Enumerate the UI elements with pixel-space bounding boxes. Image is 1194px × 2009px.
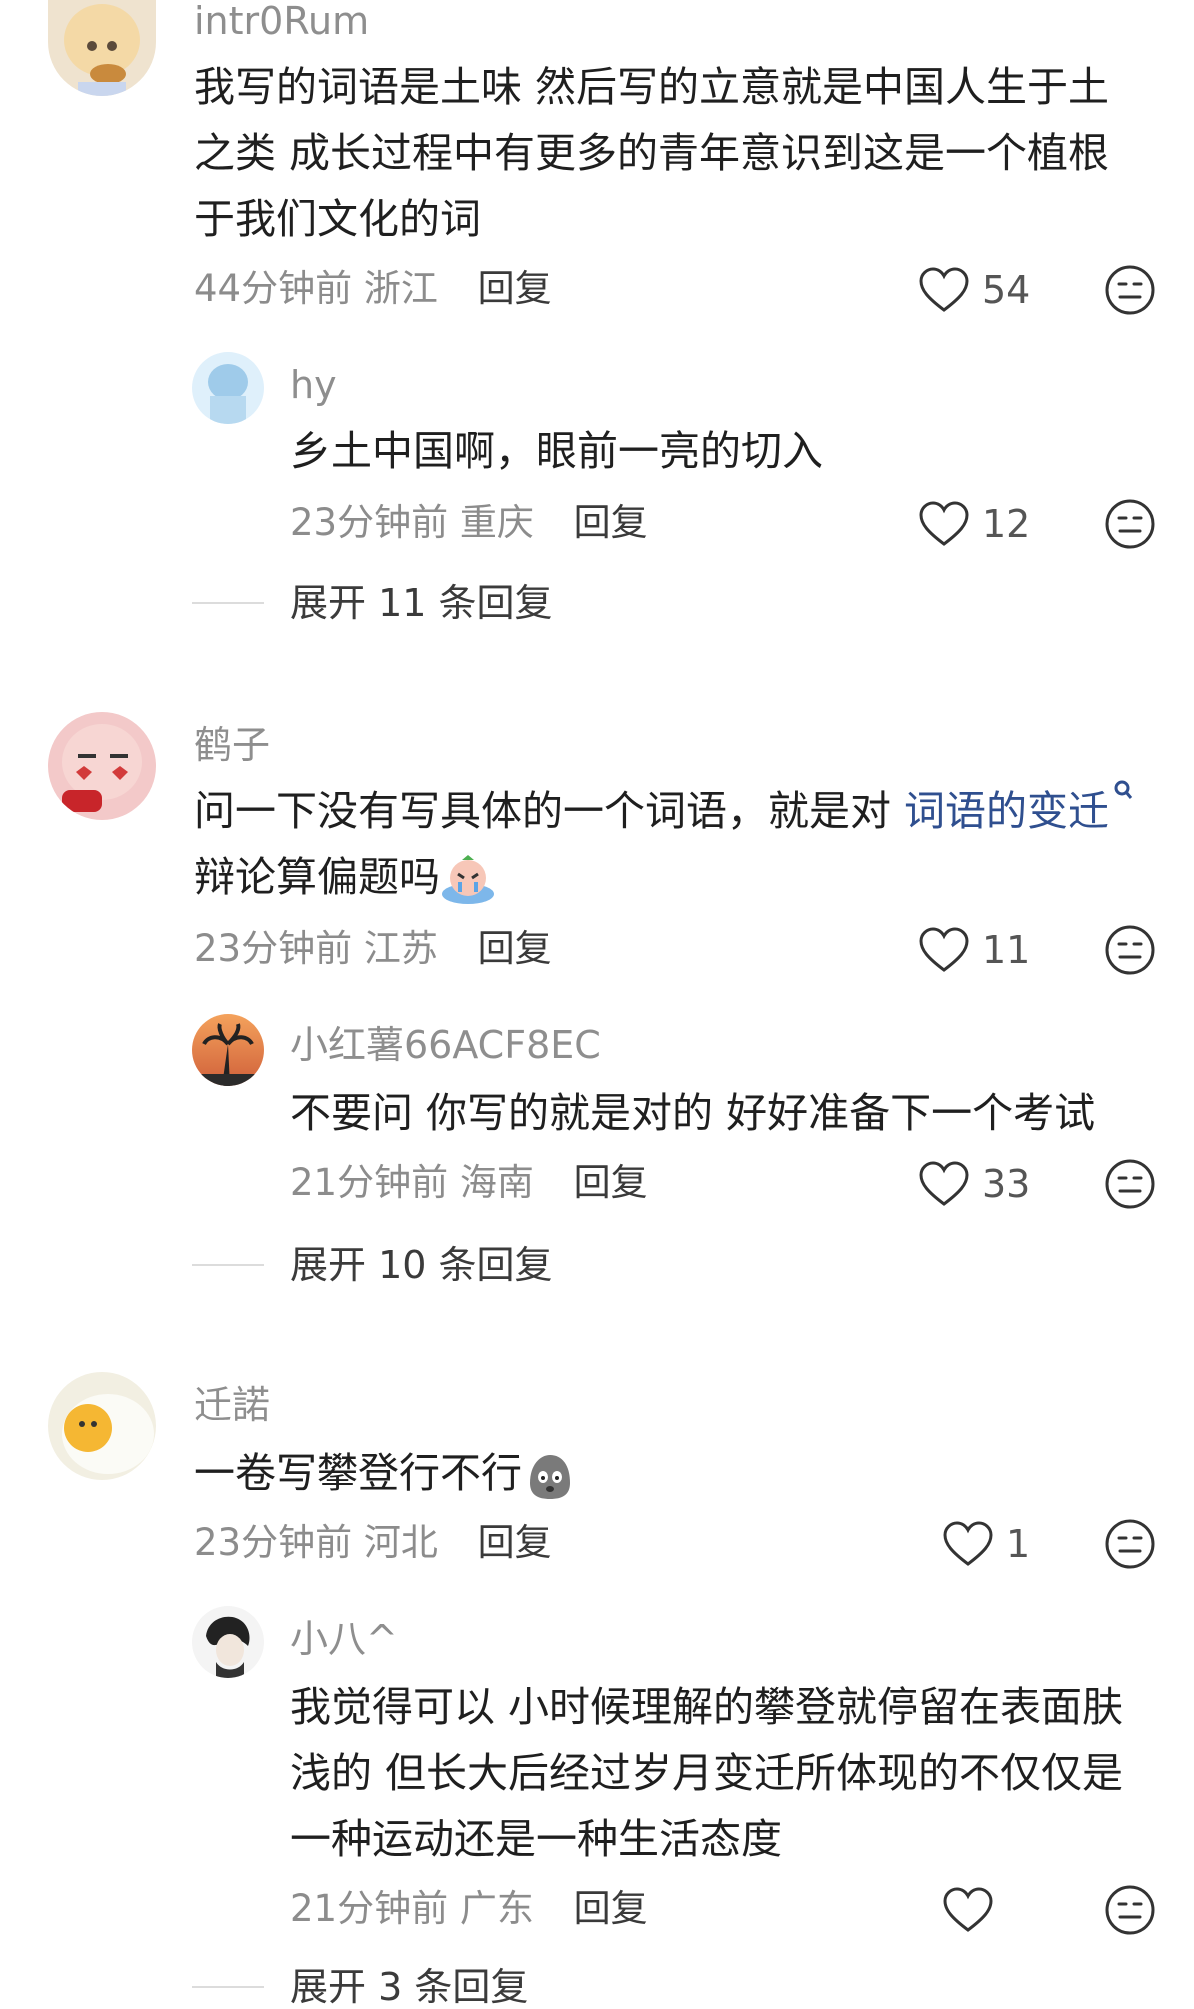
like-button[interactable]: 33 — [918, 1156, 1030, 1212]
comment-location: 浙江 — [363, 267, 438, 310]
reply-meta: 21分钟前 海南 回复 — [290, 1164, 648, 1201]
expand-replies-label[interactable]: 展开 11 条回复 — [290, 584, 553, 622]
username[interactable]: 小红薯66ACF8EC — [290, 1026, 601, 1064]
like-button[interactable]: 11 — [918, 922, 1030, 978]
like-button[interactable] — [942, 1882, 1006, 1938]
reply-button[interactable]: 回复 — [478, 267, 552, 310]
username[interactable]: hy — [290, 366, 337, 404]
avatar[interactable] — [48, 1372, 156, 1480]
expand-divider — [192, 1986, 264, 1988]
expand-divider — [192, 1264, 264, 1266]
reply-text-line: 一种运动还是一种生活态度 — [290, 1815, 782, 1863]
comment-time: 23分钟前 — [194, 1521, 353, 1564]
comment-text-part: 问一下没有写具体的一个词语，就是对 — [194, 787, 905, 835]
comment-time: 44分钟前 — [194, 267, 353, 310]
username[interactable]: 鹤子 — [194, 726, 270, 764]
expand-replies[interactable]: 展开 3 条回复 — [192, 1968, 528, 2006]
reply-location: 海南 — [459, 1161, 534, 1204]
reply-button[interactable]: 回复 — [574, 1161, 648, 1204]
reply-button[interactable]: 回复 — [574, 501, 648, 544]
comment-time: 23分钟前 — [194, 927, 353, 970]
reply-text: 乡土中国啊，眼前一亮的切入 — [290, 427, 823, 475]
heart-outline-icon — [919, 267, 969, 312]
neutral-face-icon[interactable] — [1104, 498, 1156, 550]
avatar[interactable] — [48, 712, 156, 820]
username[interactable]: 小八^ — [290, 1620, 398, 1658]
neutral-face-icon[interactable] — [1104, 1884, 1156, 1936]
neutral-face-icon[interactable] — [1104, 1158, 1156, 1210]
reply-meta: 23分钟前 重庆 回复 — [290, 504, 648, 541]
heart-outline-icon — [919, 1161, 969, 1206]
expand-divider — [192, 602, 264, 604]
reply-text: 我觉得可以 小时候理解的攀登就停留在表面肤 浅的 但长大后经过岁月变迁所体现的不… — [290, 1674, 1170, 1872]
comment-text-part: 辩论算偏题吗 — [194, 853, 440, 901]
reply-meta: 21分钟前 广东 回复 — [290, 1890, 648, 1927]
comment-text: 一卷写攀登行不行 — [194, 1440, 576, 1506]
reply-button[interactable]: 回复 — [574, 1887, 648, 1930]
reply-time: 23分钟前 — [290, 501, 449, 544]
neutral-face-icon[interactable] — [1104, 264, 1156, 316]
crying-emoji-icon — [442, 855, 494, 904]
avatar[interactable] — [192, 352, 264, 424]
expand-replies[interactable]: 展开 10 条回复 — [192, 1246, 553, 1284]
comment-text-line: 问一下没有写具体的一个词语，就是对 词语的变迁 — [194, 778, 1154, 844]
shocked-potato-emoji-icon — [530, 1455, 570, 1499]
reply-text-line: 我觉得可以 小时候理解的攀登就停留在表面肤 — [290, 1683, 1124, 1731]
heart-outline-icon — [919, 501, 969, 546]
comment-text-line: 之类 成长过程中有更多的青年意识到这是一个植根 — [194, 129, 1110, 177]
comment-text: 问一下没有写具体的一个词语，就是对 词语的变迁 辩论算偏题吗 — [194, 778, 1154, 910]
reply-location: 重庆 — [459, 501, 534, 544]
comment-text-line: 于我们文化的词 — [194, 195, 481, 243]
expand-replies-label[interactable]: 展开 3 条回复 — [290, 1968, 528, 2006]
neutral-face-icon[interactable] — [1104, 1518, 1156, 1570]
comment-location: 河北 — [363, 1521, 438, 1564]
like-count: 11 — [982, 928, 1031, 972]
neutral-face-icon[interactable] — [1104, 924, 1156, 976]
heart-outline-icon — [943, 1521, 993, 1566]
like-count: 1 — [1006, 1522, 1031, 1566]
comment-text-line: 辩论算偏题吗 — [194, 844, 1154, 910]
comment-text-part: 一卷写攀登行不行 — [194, 1449, 522, 1497]
comment-meta: 44分钟前 浙江 回复 — [194, 270, 552, 307]
like-count: 33 — [982, 1162, 1031, 1206]
comment-meta: 23分钟前 江苏 回复 — [194, 930, 552, 967]
reply-text: 不要问 你写的就是对的 好好准备下一个考试 — [290, 1089, 1096, 1137]
avatar[interactable] — [192, 1606, 264, 1678]
heart-outline-icon — [919, 927, 969, 972]
like-count: 12 — [982, 502, 1031, 546]
like-count: 54 — [982, 268, 1031, 312]
username[interactable]: intr0Rum — [194, 2, 369, 40]
expand-replies-label[interactable]: 展开 10 条回复 — [290, 1246, 553, 1284]
avatar[interactable] — [48, 0, 156, 96]
like-button[interactable]: 12 — [918, 496, 1030, 552]
like-button[interactable]: 1 — [942, 1516, 1030, 1572]
reply-button[interactable]: 回复 — [478, 927, 552, 970]
reply-text-line: 浅的 但长大后经过岁月变迁所体现的不仅仅是 — [290, 1749, 1124, 1797]
avatar[interactable] — [192, 1014, 264, 1086]
comment-location: 江苏 — [363, 927, 438, 970]
like-button[interactable]: 54 — [918, 262, 1030, 318]
comment-text-line: 我写的词语是土味 然后写的立意就是中国人生于土 — [194, 63, 1110, 111]
search-magnifier-icon[interactable] — [1113, 778, 1133, 802]
heart-outline-icon — [943, 1887, 993, 1932]
username[interactable]: 迁諾 — [194, 1386, 270, 1424]
comment-text: 我写的词语是土味 然后写的立意就是中国人生于土 之类 成长过程中有更多的青年意识… — [194, 54, 1144, 252]
reply-button[interactable]: 回复 — [478, 1521, 552, 1564]
reply-location: 广东 — [459, 1887, 534, 1930]
reply-time: 21分钟前 — [290, 1161, 449, 1204]
reply-time: 21分钟前 — [290, 1887, 449, 1930]
topic-link[interactable]: 词语的变迁 — [904, 787, 1109, 835]
comment-meta: 23分钟前 河北 回复 — [194, 1524, 552, 1561]
expand-replies[interactable]: 展开 11 条回复 — [192, 584, 553, 622]
